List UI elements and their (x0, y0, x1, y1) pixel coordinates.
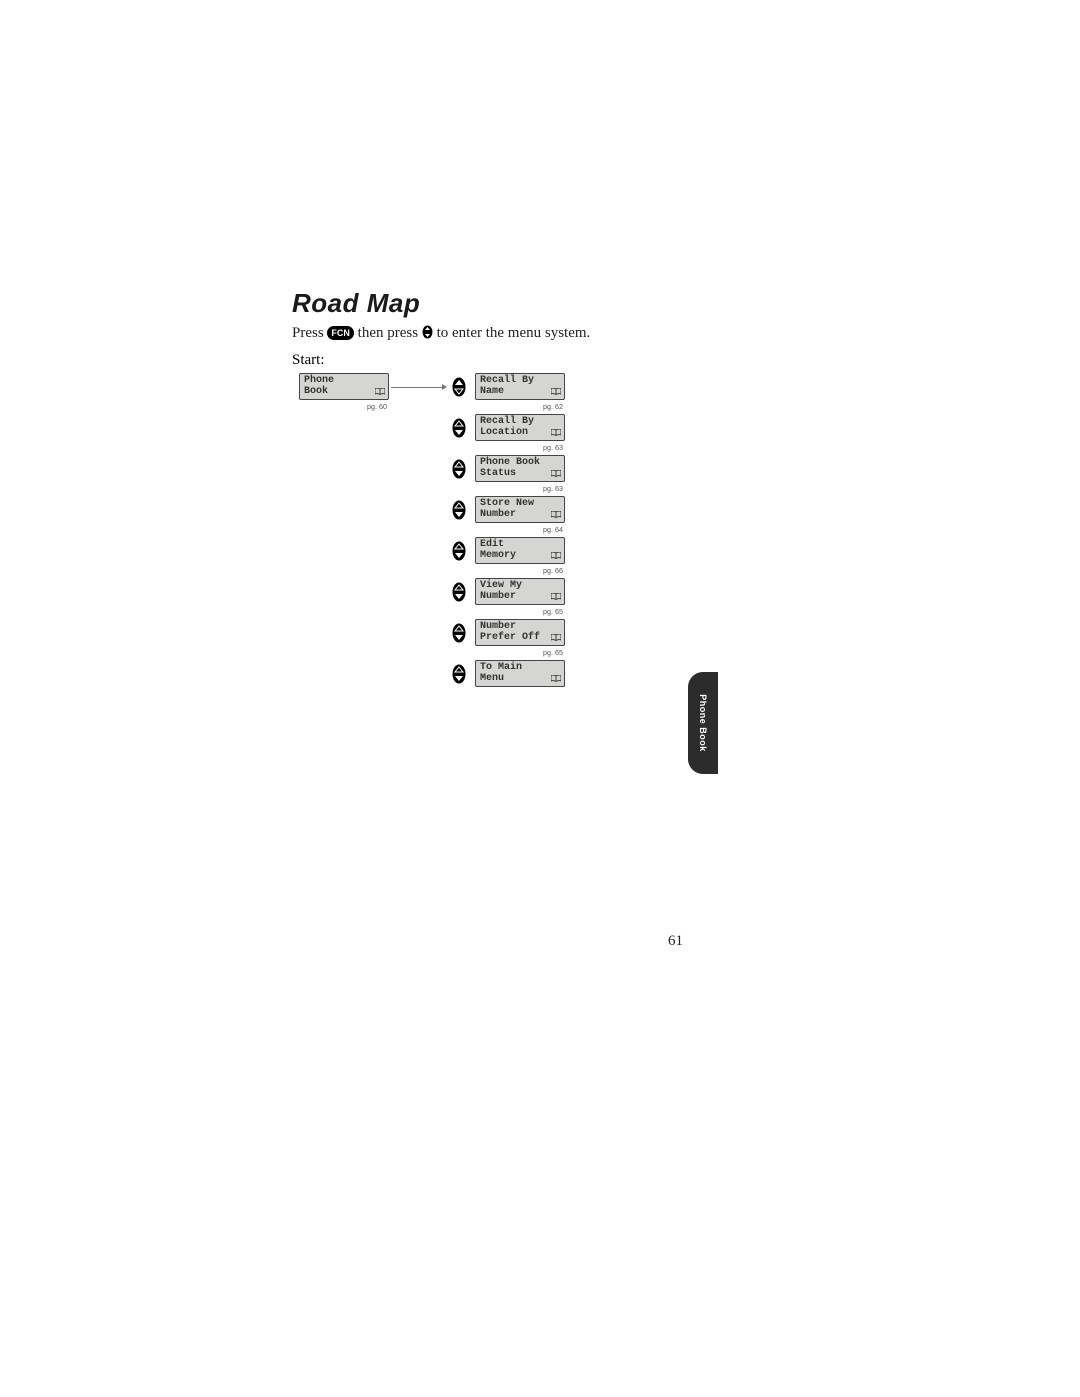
nav-button-icon (422, 325, 433, 339)
screen-line1: View My (480, 580, 560, 591)
menu-screen-2: Phone BookStatus (475, 455, 565, 482)
nav-pill-4 (452, 541, 466, 561)
instr-part3: to enter the menu system. (437, 325, 591, 341)
nav-pill-3 (452, 500, 466, 520)
screen-line1: Recall By (480, 416, 560, 427)
nav-pill-0 (452, 377, 466, 397)
screen-line2: Location (480, 427, 560, 438)
page-ref: pg. 63 (543, 443, 563, 452)
instruction-text: Press FCN then press to enter the menu s… (292, 325, 722, 342)
screen-line1: Number (480, 621, 560, 632)
section-title: Road Map (292, 288, 722, 319)
book-icon (551, 388, 561, 395)
screen-line2: Status (480, 468, 560, 479)
menu-screen-6: NumberPrefer Off (475, 619, 565, 646)
book-icon (551, 552, 561, 559)
nav-pill-6 (452, 623, 466, 643)
menu-screen-0: Recall ByName (475, 373, 565, 400)
screen-line1: Phone Book (480, 457, 560, 468)
start-label: Start: (292, 352, 722, 369)
page-ref: pg. 60 (367, 402, 387, 411)
page-ref: pg. 65 (543, 648, 563, 657)
instr-part1: Press (292, 325, 324, 341)
screen-line2: Memory (480, 550, 560, 561)
menu-screen-3: Store NewNumber (475, 496, 565, 523)
page-ref: pg. 62 (543, 402, 563, 411)
book-icon (551, 593, 561, 600)
section-tab-label: Phone Book (698, 694, 708, 752)
page-ref: pg. 63 (543, 484, 563, 493)
arrow-head-icon (442, 384, 447, 390)
screen-line2: Number (480, 591, 560, 602)
book-icon (551, 634, 561, 641)
menu-screen-4: EditMemory (475, 537, 565, 564)
screen-line1: Edit (480, 539, 560, 550)
menu-screen-1: Recall ByLocation (475, 414, 565, 441)
arrow-line (391, 387, 442, 388)
screen-line1: Recall By (480, 375, 560, 386)
fcn-button-icon: FCN (327, 326, 354, 340)
page-number: 61 (668, 933, 683, 950)
section-tab: Phone Book (688, 672, 718, 774)
nav-pill-5 (452, 582, 466, 602)
screen-line2: Book (304, 386, 384, 397)
screen-line2: Menu (480, 673, 560, 684)
nav-pill-7 (452, 664, 466, 684)
book-icon (551, 470, 561, 477)
book-icon (551, 511, 561, 518)
screen-line2: Prefer Off (480, 632, 560, 643)
menu-screen-5: View MyNumber (475, 578, 565, 605)
roadmap-diagram: PhoneBookpg. 60Recall ByNamepg. 62Recall… (292, 373, 722, 753)
page-ref: pg. 64 (543, 525, 563, 534)
nav-pill-2 (452, 459, 466, 479)
screen-line1: To Main (480, 662, 560, 673)
root-screen: PhoneBook (299, 373, 389, 400)
page-ref: pg. 66 (543, 566, 563, 575)
screen-line1: Phone (304, 375, 384, 386)
book-icon (551, 675, 561, 682)
screen-line2: Name (480, 386, 560, 397)
page-ref: pg. 65 (543, 607, 563, 616)
screen-line1: Store New (480, 498, 560, 509)
nav-pill-1 (452, 418, 466, 438)
screen-line2: Number (480, 509, 560, 520)
content-block: Road Map Press FCN then press to enter t… (292, 288, 722, 753)
book-icon (551, 429, 561, 436)
page: Road Map Press FCN then press to enter t… (0, 0, 1080, 1397)
menu-screen-7: To MainMenu (475, 660, 565, 687)
instr-part2: then press (358, 325, 418, 341)
book-icon (375, 388, 385, 395)
